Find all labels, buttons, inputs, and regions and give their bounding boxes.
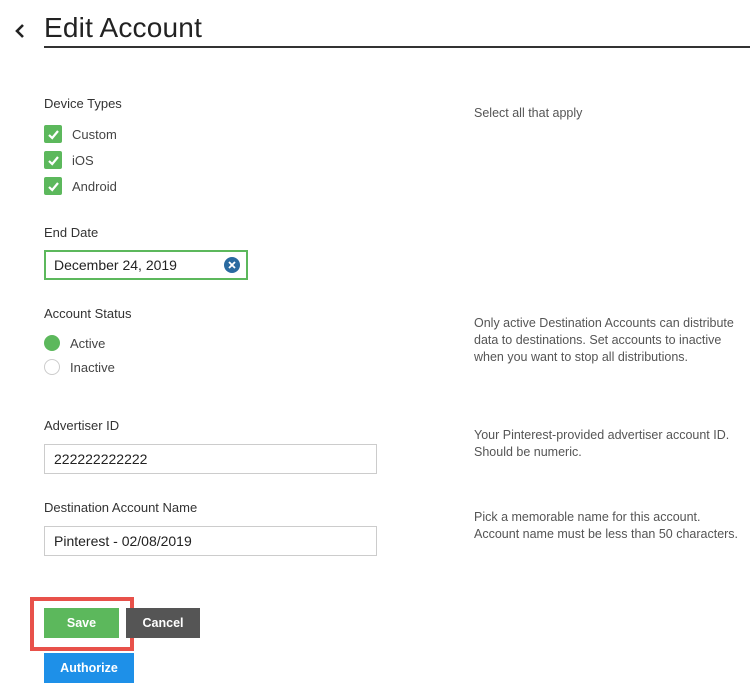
- cancel-button[interactable]: Cancel: [126, 608, 200, 638]
- checkbox-checked-icon: [44, 151, 62, 169]
- advertiser-id-help: Your Pinterest-provided advertiser accou…: [474, 428, 730, 459]
- radio-selected-icon: [44, 335, 60, 351]
- checkbox-ios[interactable]: iOS: [44, 151, 94, 169]
- save-button[interactable]: Save: [44, 608, 119, 638]
- back-button[interactable]: [10, 18, 30, 44]
- checkbox-label-ios: iOS: [72, 152, 94, 168]
- checkbox-android[interactable]: Android: [44, 177, 117, 195]
- checkbox-checked-icon: [44, 177, 62, 195]
- title-divider: [44, 46, 750, 48]
- advertiser-id-input[interactable]: [44, 444, 377, 474]
- radio-unselected-icon: [44, 359, 60, 375]
- radio-inactive[interactable]: Inactive: [44, 359, 115, 375]
- destination-account-name-input[interactable]: [44, 526, 377, 556]
- account-status-label: Account Status: [44, 306, 132, 321]
- advertiser-id-label: Advertiser ID: [44, 418, 120, 433]
- destination-account-name-label: Destination Account Name: [44, 500, 198, 515]
- device-types-help: Select all that apply: [474, 106, 583, 120]
- destination-account-name-help: Pick a memorable name for this account. …: [474, 510, 739, 541]
- authorize-button[interactable]: Authorize: [44, 653, 134, 683]
- clear-date-button[interactable]: [224, 257, 240, 273]
- end-date-field[interactable]: December 24, 2019: [44, 250, 248, 280]
- radio-active[interactable]: Active: [44, 335, 105, 351]
- chevron-left-icon: [15, 24, 24, 38]
- close-icon: [228, 261, 236, 269]
- page-title: Edit Account: [44, 12, 203, 43]
- device-types-label: Device Types: [44, 96, 122, 111]
- end-date-label: End Date: [44, 225, 99, 240]
- radio-label-active: Active: [70, 335, 106, 351]
- checkbox-checked-icon: [44, 125, 62, 143]
- radio-label-inactive: Inactive: [70, 359, 115, 375]
- checkbox-custom[interactable]: Custom: [44, 125, 117, 143]
- checkbox-label-android: Android: [72, 178, 117, 194]
- end-date-value: December 24, 2019: [54, 257, 177, 273]
- checkbox-label-custom: Custom: [72, 126, 117, 142]
- account-status-help: Only active Destination Accounts can dis…: [474, 316, 734, 364]
